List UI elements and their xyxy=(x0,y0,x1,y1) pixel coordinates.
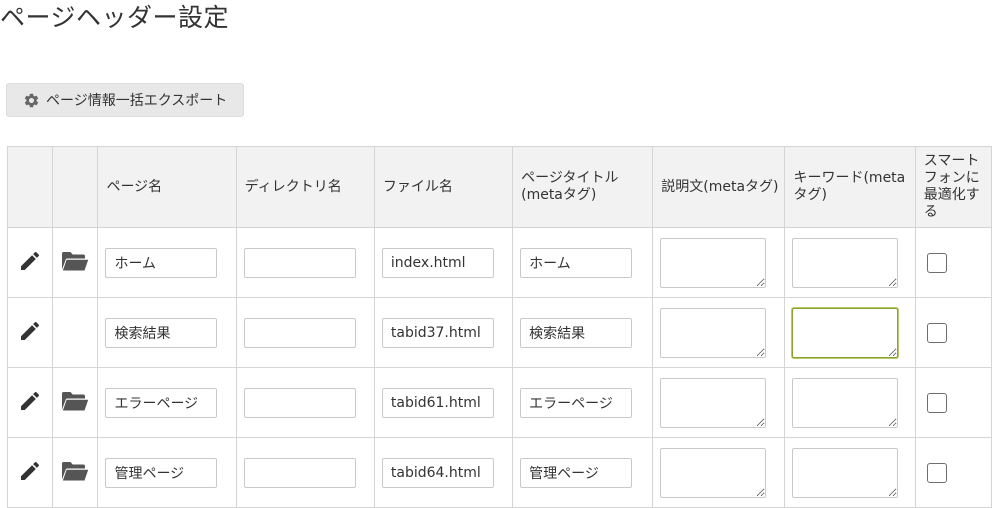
mobile-optimize-checkbox[interactable] xyxy=(926,462,947,483)
page-title-input[interactable] xyxy=(520,247,633,278)
pencil-icon[interactable] xyxy=(18,389,42,413)
header-file-name: ファイル名 xyxy=(373,146,514,228)
file-name-cell xyxy=(373,297,514,368)
directory-cell xyxy=(235,367,375,438)
file-name-cell xyxy=(373,227,514,298)
description-cell xyxy=(652,437,786,508)
header-page-title: ページタイトル(metaタグ) xyxy=(512,146,654,228)
edit-cell xyxy=(6,297,54,368)
edit-cell xyxy=(6,437,54,508)
mobile-optimize-cell xyxy=(914,227,992,298)
header-edit-column xyxy=(6,146,54,228)
pencil-icon[interactable] xyxy=(18,249,42,273)
folder-open-icon[interactable] xyxy=(61,460,89,482)
page-title-input[interactable] xyxy=(520,387,633,418)
mobile-optimize-cell xyxy=(914,367,992,438)
file-name-input[interactable] xyxy=(381,317,494,348)
mobile-optimize-checkbox[interactable] xyxy=(926,392,947,413)
keywords-cell xyxy=(784,297,916,368)
page-title-input[interactable] xyxy=(520,457,633,488)
pencil-icon[interactable] xyxy=(18,459,42,483)
page-name-input[interactable] xyxy=(105,317,218,348)
keywords-cell xyxy=(784,367,916,438)
file-name-input[interactable] xyxy=(381,247,494,278)
table-header-row: ページ名 ディレクトリ名 ファイル名 ページタイトル(metaタグ) 説明文(m… xyxy=(6,146,992,228)
page-name-cell xyxy=(97,437,237,508)
folder-open-icon[interactable] xyxy=(61,390,89,412)
table-row xyxy=(6,437,992,508)
page-name-input[interactable] xyxy=(105,457,218,488)
keywords-cell xyxy=(784,227,916,298)
description-cell xyxy=(652,227,786,298)
page-name-cell xyxy=(97,367,237,438)
mobile-optimize-cell xyxy=(914,297,992,368)
description-textarea[interactable] xyxy=(660,447,767,498)
folder-cell xyxy=(52,227,99,298)
export-page-info-button[interactable]: ページ情報一括エクスポート xyxy=(6,83,244,117)
header-folder-column xyxy=(52,146,99,228)
page-name-cell xyxy=(97,227,237,298)
header-keywords: キーワード(metaタグ) xyxy=(784,146,916,228)
page-title-input[interactable] xyxy=(520,317,633,348)
gear-icon xyxy=(23,92,46,109)
header-page-name: ページ名 xyxy=(97,146,237,228)
page-title-cell xyxy=(512,227,654,298)
table-row xyxy=(6,367,992,438)
edit-cell xyxy=(6,367,54,438)
export-button-label: ページ情報一括エクスポート xyxy=(46,93,228,109)
description-cell xyxy=(652,367,786,438)
header-mobile-optimize: スマートフォンに最適化する xyxy=(914,146,992,228)
page-name-cell xyxy=(97,297,237,368)
keywords-cell xyxy=(784,437,916,508)
folder-open-icon[interactable] xyxy=(61,250,89,272)
directory-cell xyxy=(235,297,375,368)
folder-cell xyxy=(52,297,99,368)
file-name-input[interactable] xyxy=(381,387,494,418)
table-row xyxy=(6,297,992,368)
header-description: 説明文(metaタグ) xyxy=(652,146,786,228)
description-textarea[interactable] xyxy=(660,377,767,428)
pencil-icon[interactable] xyxy=(18,319,42,343)
keywords-textarea[interactable] xyxy=(792,307,899,358)
directory-input[interactable] xyxy=(243,247,356,278)
header-directory: ディレクトリ名 xyxy=(235,146,375,228)
directory-input[interactable] xyxy=(243,457,356,488)
page-name-input[interactable] xyxy=(105,387,218,418)
page-title-cell xyxy=(512,367,654,438)
mobile-optimize-checkbox[interactable] xyxy=(926,322,947,343)
directory-input[interactable] xyxy=(243,387,356,418)
edit-cell xyxy=(6,227,54,298)
page-name-input[interactable] xyxy=(105,247,218,278)
keywords-textarea[interactable] xyxy=(792,237,899,288)
page-title: ページヘッダー設定 xyxy=(0,3,230,32)
page-title-cell xyxy=(512,437,654,508)
folder-cell xyxy=(52,437,99,508)
description-textarea[interactable] xyxy=(660,237,767,288)
keywords-textarea[interactable] xyxy=(792,447,899,498)
description-textarea[interactable] xyxy=(660,307,767,358)
file-name-input[interactable] xyxy=(381,457,494,488)
directory-cell xyxy=(235,227,375,298)
mobile-optimize-cell xyxy=(914,437,992,508)
file-name-cell xyxy=(373,437,514,508)
page-header-table: ページ名 ディレクトリ名 ファイル名 ページタイトル(metaタグ) 説明文(m… xyxy=(6,146,992,508)
directory-input[interactable] xyxy=(243,317,356,348)
keywords-textarea[interactable] xyxy=(792,377,899,428)
description-cell xyxy=(652,297,786,368)
folder-cell xyxy=(52,367,99,438)
page-title-cell xyxy=(512,297,654,368)
file-name-cell xyxy=(373,367,514,438)
mobile-optimize-checkbox[interactable] xyxy=(926,252,947,273)
table-row xyxy=(6,227,992,298)
directory-cell xyxy=(235,437,375,508)
